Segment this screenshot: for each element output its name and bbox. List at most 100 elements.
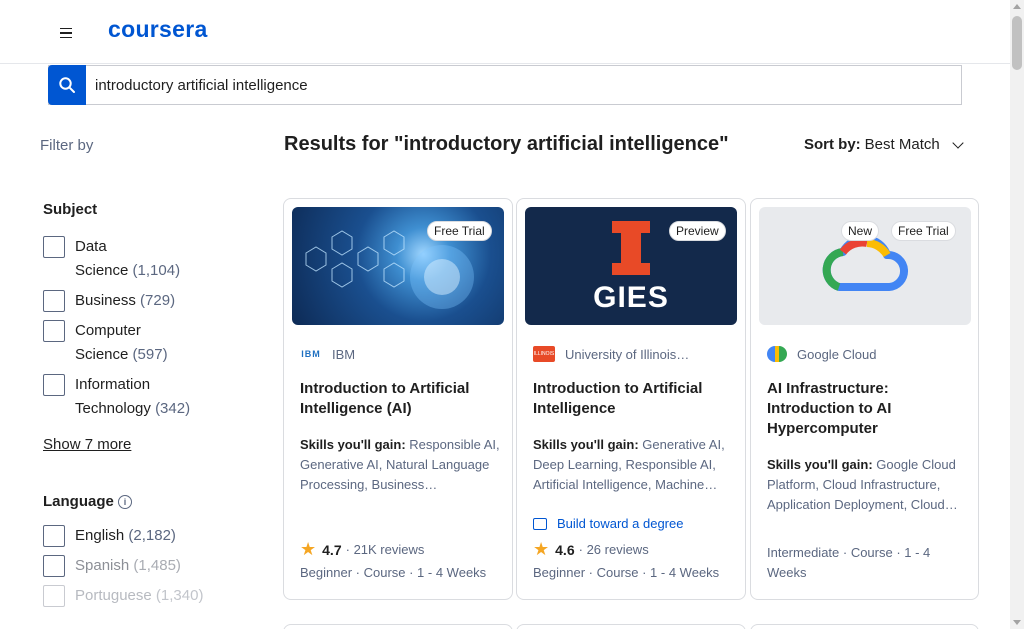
build-toward-degree-link[interactable]: Build toward a degree bbox=[533, 516, 683, 531]
degree-icon bbox=[533, 517, 547, 530]
rating-value: 4.7 bbox=[322, 541, 342, 558]
ibm-logo: IBM bbox=[300, 346, 322, 362]
course-card-peek[interactable] bbox=[750, 624, 979, 629]
filter-option-label-line1: Data bbox=[75, 238, 107, 255]
partner-row: IBM IBM bbox=[300, 346, 355, 362]
filter-option-label-line2: Science bbox=[75, 262, 129, 279]
information-technology-checkbox[interactable] bbox=[43, 374, 65, 396]
top-bar: coursera bbox=[0, 0, 1010, 64]
info-icon[interactable]: i bbox=[118, 495, 132, 509]
course-thumbnail: New Free Trial bbox=[759, 207, 971, 325]
course-card[interactable]: Free Trial IBM IBM Introduction to Artif… bbox=[283, 198, 513, 600]
partner-name: Google Cloud bbox=[797, 346, 877, 362]
english-checkbox[interactable] bbox=[43, 525, 65, 547]
filter-option-count: (2,182) bbox=[128, 527, 176, 544]
review-count: 26 reviews bbox=[586, 542, 649, 557]
filter-option-count: (1,340) bbox=[155, 587, 204, 604]
scroll-thumb[interactable] bbox=[1012, 16, 1022, 70]
filter-option-label: Information Technology (342) bbox=[75, 373, 190, 421]
filter-option-english[interactable]: English (2,182) bbox=[43, 524, 176, 548]
skills-text: Skills you'll gain: Google Cloud Platfor… bbox=[767, 455, 967, 515]
course-card[interactable]: GIES Preview ILLINOIS University of Illi… bbox=[516, 198, 746, 600]
partner-name: University of Illinois… bbox=[565, 346, 690, 362]
scroll-down-arrow-icon[interactable] bbox=[1013, 620, 1021, 625]
partner-name: IBM bbox=[332, 346, 356, 362]
course-card[interactable]: New Free Trial Google Cloud AI Infrastru… bbox=[750, 198, 979, 600]
filter-option-label-line1: Spanish bbox=[75, 557, 130, 574]
filter-option-label: Data Science (1,104) bbox=[75, 235, 180, 283]
skills-label: Skills you'll gain: bbox=[767, 457, 873, 472]
separator: · bbox=[345, 542, 354, 557]
filter-option-computer-science[interactable]: Computer Science (597) bbox=[43, 319, 168, 367]
search-button[interactable] bbox=[48, 64, 86, 105]
skills-text: Skills you'll gain: Responsible AI, Gene… bbox=[300, 435, 500, 495]
spanish-checkbox[interactable] bbox=[43, 555, 65, 577]
free-trial-badge: Free Trial bbox=[427, 221, 492, 241]
filter-option-label-line2: Science bbox=[75, 346, 129, 363]
filter-option-label-line1: Portuguese bbox=[75, 587, 152, 604]
filter-option-count: (342) bbox=[155, 400, 191, 417]
show-more-subjects-link[interactable]: Show 7 more bbox=[43, 436, 131, 453]
separator: · bbox=[578, 542, 587, 557]
rating-value: 4.6 bbox=[555, 541, 575, 558]
course-thumbnail: GIES Preview bbox=[525, 207, 737, 325]
filter-option-count: (597) bbox=[132, 346, 168, 363]
filter-by-label: Filter by bbox=[40, 137, 94, 154]
page-scrollbar[interactable] bbox=[1010, 0, 1024, 629]
degree-link-text: Build toward a degree bbox=[557, 516, 684, 531]
filter-option-label-line1: Computer bbox=[75, 322, 141, 339]
search-input[interactable] bbox=[95, 76, 935, 94]
google-cloud-small-icon bbox=[767, 346, 787, 362]
illinois-logo: ILLINOIS bbox=[533, 346, 555, 362]
review-count: 21K reviews bbox=[353, 542, 425, 557]
filter-option-spanish[interactable]: Spanish (1,485) bbox=[43, 554, 181, 578]
course-title[interactable]: Introduction to Artificial Intelligence bbox=[533, 379, 733, 419]
coursera-logo[interactable]: coursera bbox=[108, 16, 208, 43]
language-filter-title: Language bbox=[43, 493, 114, 510]
rating-row: ★ 4.6 · 26 reviews bbox=[533, 539, 649, 560]
new-badge: New bbox=[841, 221, 880, 241]
filter-option-information-technology[interactable]: Information Technology (342) bbox=[43, 373, 190, 421]
filter-option-portuguese[interactable]: Portuguese (1,340) bbox=[43, 584, 203, 608]
filter-option-count: (1,104) bbox=[132, 262, 181, 279]
filter-option-label-line1: Business bbox=[75, 292, 136, 309]
skills-label: Skills you'll gain: bbox=[533, 437, 639, 452]
filter-option-label: Spanish (1,485) bbox=[75, 554, 181, 578]
search-icon bbox=[59, 76, 75, 93]
filter-option-label-line1: English bbox=[75, 527, 125, 544]
business-checkbox[interactable] bbox=[43, 290, 65, 312]
gies-text: GIES bbox=[593, 281, 669, 314]
course-card-peek[interactable] bbox=[283, 624, 513, 629]
chevron-down-icon bbox=[952, 136, 964, 149]
sort-label: Sort by: bbox=[804, 136, 861, 153]
filter-option-business[interactable]: Business (729) bbox=[43, 289, 175, 313]
star-icon: ★ bbox=[300, 539, 317, 559]
computer-science-checkbox[interactable] bbox=[43, 320, 65, 342]
filter-option-label-line1: Information bbox=[75, 376, 151, 393]
course-meta: Beginner · Course · 1 - 4 Weeks bbox=[300, 565, 487, 580]
course-meta: Intermediate · Course · 1 - 4 Weeks bbox=[767, 545, 931, 580]
hamburger-icon[interactable] bbox=[46, 22, 86, 44]
skills-label: Skills you'll gain: bbox=[300, 437, 406, 452]
filter-option-count: (1,485) bbox=[133, 557, 181, 574]
filter-option-label: Business (729) bbox=[75, 289, 175, 313]
data-science-checkbox[interactable] bbox=[43, 236, 65, 258]
filter-option-data-science[interactable]: Data Science (1,104) bbox=[43, 235, 180, 283]
portuguese-checkbox[interactable] bbox=[43, 585, 65, 607]
filter-option-label: English (2,182) bbox=[75, 524, 176, 548]
course-thumbnail: Free Trial bbox=[292, 207, 504, 325]
filter-option-label-line2: Technology bbox=[75, 400, 151, 417]
rating-row: ★ 4.7 · 21K reviews bbox=[300, 539, 424, 560]
free-trial-badge: Free Trial bbox=[891, 221, 956, 241]
star-icon: ★ bbox=[533, 539, 550, 559]
preview-badge: Preview bbox=[669, 221, 726, 241]
course-card-peek[interactable] bbox=[516, 624, 746, 629]
filter-option-count: (729) bbox=[140, 292, 176, 309]
subject-filter-title: Subject bbox=[43, 201, 98, 218]
course-title[interactable]: Introduction to Artificial Intelligence … bbox=[300, 379, 500, 419]
sort-dropdown[interactable]: Sort by: Best Match bbox=[804, 136, 964, 153]
course-title[interactable]: AI Infrastructure: Introduction to AI Hy… bbox=[767, 379, 967, 439]
scroll-up-arrow-icon[interactable] bbox=[1013, 4, 1021, 9]
course-meta: Beginner · Course · 1 - 4 Weeks bbox=[533, 565, 720, 580]
filter-option-label: Portuguese (1,340) bbox=[75, 584, 203, 608]
